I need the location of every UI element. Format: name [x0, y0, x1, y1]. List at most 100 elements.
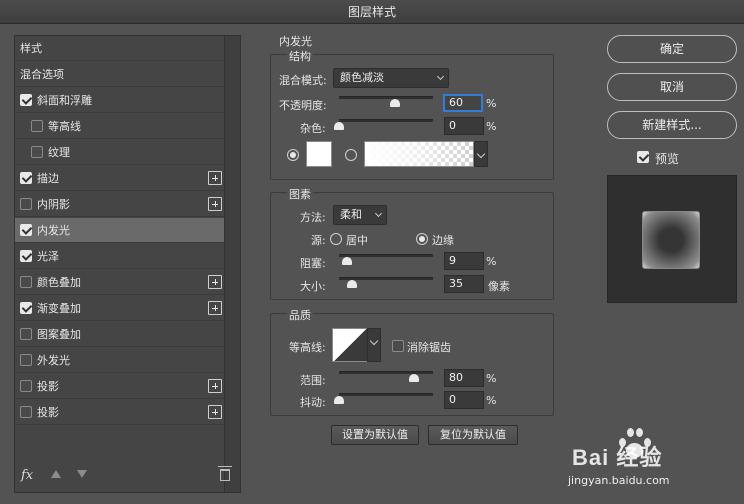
reset-default-button[interactable]: 复位为默认值 [428, 425, 518, 445]
blend-mode-select[interactable]: 颜色减淡 [333, 68, 449, 88]
noise-slider-track[interactable] [339, 119, 433, 122]
style-item-label: 描边 [37, 172, 59, 185]
style-item-checkbox[interactable] [31, 120, 43, 132]
baidu-watermark: Bai 经验 jingyan.baidu.com [568, 420, 742, 500]
cancel-button[interactable]: 取消 [607, 73, 737, 101]
technique-value: 柔和 [340, 208, 362, 221]
source-center-radio[interactable] [330, 233, 342, 245]
gradient-radio[interactable] [345, 149, 357, 161]
jitter-input[interactable]: 0 [444, 391, 484, 409]
styles-list-scrollbar[interactable] [224, 36, 240, 492]
add-effect-icon[interactable] [208, 405, 222, 419]
chevron-down-icon [374, 209, 383, 218]
style-item-label: 混合选项 [20, 68, 64, 81]
style-item[interactable]: 内阴影 [15, 192, 224, 217]
glow-gradient-swatch[interactable] [364, 141, 474, 167]
style-item[interactable]: 描边 [15, 166, 224, 191]
watermark-brand: Bai 经验 [572, 445, 663, 470]
style-item-checkbox[interactable] [20, 406, 32, 418]
choke-unit: % [486, 255, 497, 268]
style-item-checkbox[interactable] [20, 276, 32, 288]
style-item[interactable]: 图案叠加 [15, 322, 224, 347]
move-up-icon[interactable] [51, 470, 61, 478]
range-label: 范围: [300, 374, 326, 387]
choke-slider-track[interactable] [339, 254, 433, 257]
structure-title: 结构 [287, 48, 313, 64]
fx-menu-button[interactable]: fx [21, 468, 33, 483]
move-down-icon[interactable] [77, 470, 87, 478]
choke-label: 阻塞: [300, 257, 326, 270]
style-item-label: 内发光 [37, 224, 70, 237]
style-item[interactable]: 内发光 [15, 218, 224, 243]
size-input[interactable]: 35 [444, 275, 484, 293]
new-style-button[interactable]: 新建样式... [607, 111, 737, 139]
chevron-down-icon [436, 72, 445, 81]
jitter-slider-track[interactable] [339, 393, 433, 396]
ok-button[interactable]: 确定 [607, 35, 737, 63]
style-item-checkbox[interactable] [20, 198, 32, 210]
contour-label: 等高线: [289, 341, 326, 354]
noise-label: 杂色: [300, 122, 326, 135]
jitter-label: 抖动: [300, 396, 326, 409]
technique-select[interactable]: 柔和 [333, 205, 387, 225]
style-item-checkbox[interactable] [20, 328, 32, 340]
style-item[interactable]: 光泽 [15, 244, 224, 269]
glow-color-swatch[interactable] [306, 141, 332, 167]
gradient-picker-dropdown[interactable] [474, 141, 488, 167]
preview-checkbox[interactable] [637, 151, 649, 163]
add-effect-icon[interactable] [208, 379, 222, 393]
add-effect-icon[interactable] [208, 197, 222, 211]
style-item[interactable]: 投影 [15, 400, 224, 425]
opacity-input[interactable]: 60 [443, 94, 483, 112]
style-item[interactable]: 等高线 [15, 114, 224, 139]
add-effect-icon[interactable] [208, 301, 222, 315]
style-item[interactable]: 样式 [15, 36, 224, 61]
style-item-label: 外发光 [37, 354, 70, 367]
style-item[interactable]: 渐变叠加 [15, 296, 224, 321]
noise-input[interactable]: 0 [444, 117, 484, 135]
styles-list-footer: fx [15, 462, 240, 492]
opacity-unit: % [486, 97, 497, 110]
style-item-label: 等高线 [48, 120, 81, 133]
style-item-label: 样式 [20, 42, 42, 55]
style-item-checkbox[interactable] [20, 250, 32, 262]
style-item[interactable]: 纹理 [15, 140, 224, 165]
style-item-label: 光泽 [37, 250, 59, 263]
range-slider-track[interactable] [339, 371, 433, 374]
opacity-slider-track[interactable] [339, 96, 433, 99]
dialog-title: 图层样式 [0, 0, 744, 24]
trash-icon[interactable] [218, 466, 232, 481]
add-effect-icon[interactable] [208, 171, 222, 185]
style-item-checkbox[interactable] [20, 172, 32, 184]
opacity-label: 不透明度: [279, 99, 327, 112]
contour-preview[interactable] [332, 328, 368, 362]
style-item-checkbox[interactable] [31, 146, 43, 158]
style-item[interactable]: 混合选项 [15, 62, 224, 87]
style-item-label: 斜面和浮雕 [37, 94, 92, 107]
style-item[interactable]: 外发光 [15, 348, 224, 373]
antialias-checkbox[interactable] [392, 340, 404, 352]
style-preview [607, 175, 737, 303]
style-item[interactable]: 投影 [15, 374, 224, 399]
section-title: 内发光 [279, 35, 312, 48]
make-default-button[interactable]: 设置为默认值 [331, 425, 419, 445]
source-edge-radio[interactable] [416, 233, 428, 245]
choke-input[interactable]: 9 [444, 252, 484, 270]
contour-dropdown[interactable] [367, 328, 381, 362]
style-item-checkbox[interactable] [20, 94, 32, 106]
size-unit: 像素 [488, 280, 510, 293]
style-item-checkbox[interactable] [20, 224, 32, 236]
style-item[interactable]: 斜面和浮雕 [15, 88, 224, 113]
solid-color-radio[interactable] [287, 149, 299, 161]
watermark-url: jingyan.baidu.com [568, 474, 670, 487]
style-item-label: 投影 [37, 406, 59, 419]
style-item[interactable]: 颜色叠加 [15, 270, 224, 295]
add-effect-icon[interactable] [208, 275, 222, 289]
style-item-label: 内阴影 [37, 198, 70, 211]
style-item-checkbox[interactable] [20, 354, 32, 366]
antialias-label: 消除锯齿 [407, 341, 451, 354]
style-item-checkbox[interactable] [20, 380, 32, 392]
style-item-label: 渐变叠加 [37, 302, 81, 315]
range-input[interactable]: 80 [444, 369, 484, 387]
style-item-checkbox[interactable] [20, 302, 32, 314]
